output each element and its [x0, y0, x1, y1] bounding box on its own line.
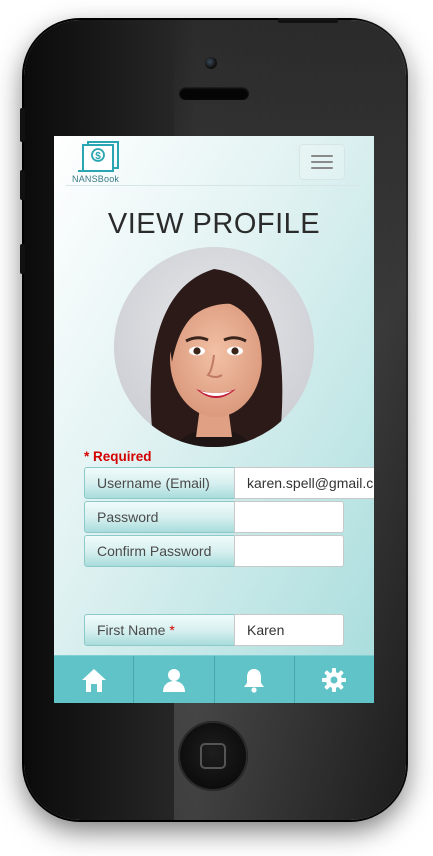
home-icon: [81, 669, 106, 692]
confirm-password-input[interactable]: [234, 535, 344, 567]
username-input[interactable]: karen.spell@gmail.c: [234, 467, 374, 499]
mute-switch: [20, 108, 25, 142]
home-button-square: [200, 743, 226, 769]
app-logo[interactable]: $ NANSBook: [68, 140, 124, 184]
user-icon: [162, 669, 185, 692]
first-name-input[interactable]: Karen: [234, 614, 344, 646]
app-header: $ NANSBook: [54, 136, 374, 186]
gear-icon: [322, 668, 347, 692]
power-button: [278, 18, 338, 23]
volume-down-button: [20, 244, 25, 274]
password-input[interactable]: [234, 501, 344, 533]
hamburger-icon: [311, 167, 333, 169]
bottom-tab-bar: [54, 655, 374, 703]
menu-button[interactable]: [299, 144, 345, 180]
tab-profile[interactable]: [134, 656, 215, 703]
home-hardware-button[interactable]: [178, 721, 248, 791]
required-note: * Required: [84, 449, 152, 464]
required-star: *: [169, 622, 175, 638]
svg-text:$: $: [95, 151, 101, 162]
bell-icon: [244, 669, 265, 693]
confirm-password-label: Confirm Password: [84, 535, 246, 567]
tab-home[interactable]: [54, 656, 135, 703]
required-label: Required: [93, 449, 152, 464]
front-camera: [205, 57, 217, 69]
hamburger-icon: [311, 161, 333, 163]
profile-avatar[interactable]: [114, 247, 314, 447]
password-label: Password: [84, 501, 246, 533]
earpiece-speaker: [179, 87, 249, 100]
hamburger-icon: [311, 155, 333, 157]
volume-up-button: [20, 170, 25, 200]
username-label: Username (Email): [84, 467, 246, 499]
page-title: VIEW PROFILE: [107, 208, 321, 240]
header-divider: [66, 185, 360, 186]
logo-text: NANSBook: [72, 174, 120, 184]
profile-photo: [114, 247, 314, 447]
first-name-label-text: First Name: [97, 622, 166, 638]
first-name-label: First Name *: [84, 614, 246, 646]
tab-settings[interactable]: [295, 656, 374, 703]
money-book-icon: $: [78, 141, 119, 172]
app-screen: $ NANSBook VIEW PROFILE * Required Usern…: [54, 136, 374, 703]
tab-notifications[interactable]: [215, 656, 295, 703]
required-star: *: [84, 449, 90, 464]
